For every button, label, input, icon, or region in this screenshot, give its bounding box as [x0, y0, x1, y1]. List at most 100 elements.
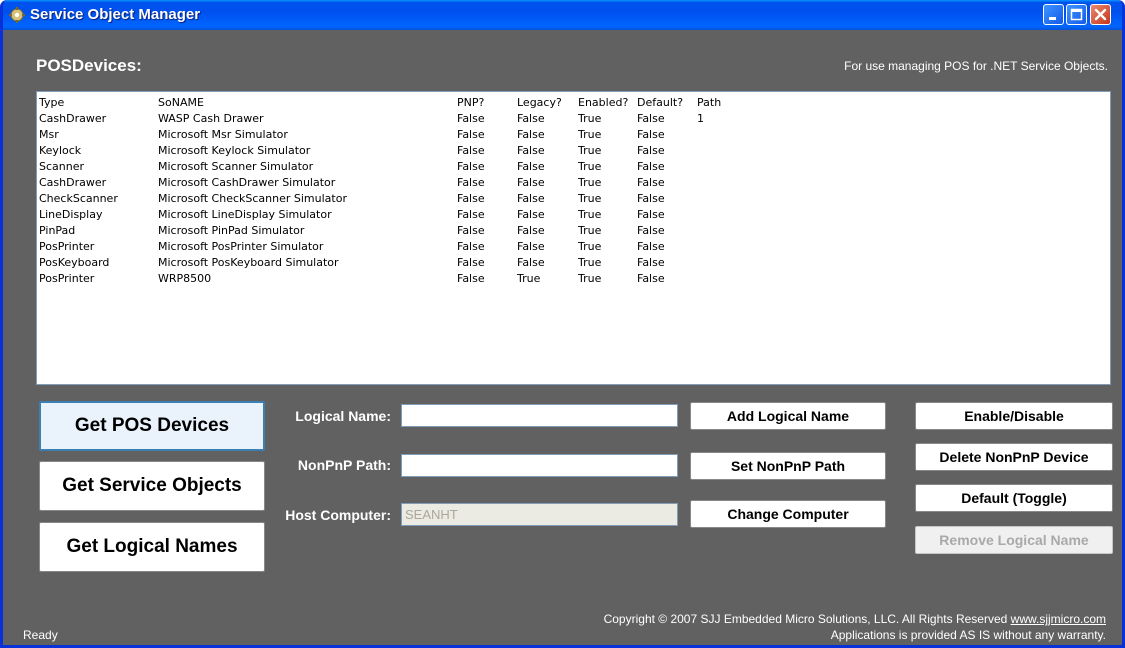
- cell-enabled: True: [578, 176, 602, 189]
- cell-soname: Microsoft PosKeyboard Simulator: [158, 256, 339, 269]
- copyright-text: Copyright © 2007 SJJ Embedded Micro Solu…: [603, 612, 1008, 626]
- cell-type: Keylock: [39, 144, 82, 157]
- cell-default: False: [637, 160, 665, 173]
- get-service-objects-button[interactable]: Get Service Objects: [39, 461, 265, 511]
- cell-type: CheckScanner: [39, 192, 118, 205]
- cell-default: False: [637, 240, 665, 253]
- cell-enabled: True: [578, 240, 602, 253]
- cell-legacy: False: [517, 160, 545, 173]
- set-nonpnp-path-button[interactable]: Set NonPnP Path: [690, 452, 886, 480]
- cell-legacy: False: [517, 192, 545, 205]
- list-item[interactable]: CashDrawer Microsoft CashDrawer Simulator…: [37, 176, 1110, 189]
- list-item[interactable]: CheckScanner Microsoft CheckScanner Simul…: [37, 192, 1110, 205]
- add-logical-name-button[interactable]: Add Logical Name: [690, 402, 886, 430]
- cell-legacy: False: [517, 256, 545, 269]
- change-computer-button[interactable]: Change Computer: [690, 500, 886, 528]
- cell-pnp: False: [457, 144, 485, 157]
- nonpnp-path-label: NonPnP Path:: [297, 457, 391, 473]
- cell-pnp: False: [457, 176, 485, 189]
- status-text: Ready: [23, 628, 58, 642]
- list-item[interactable]: CashDrawer WASP Cash Drawer False False True…: [37, 112, 1110, 125]
- list-item[interactable]: Scanner Microsoft Scanner Simulator False F…: [37, 160, 1110, 173]
- cell-legacy: False: [517, 144, 545, 157]
- minimize-button[interactable]: [1043, 4, 1064, 25]
- tagline: For use managing POS for .NET Service Ob…: [844, 59, 1108, 73]
- website-link[interactable]: www.sjjmicro.com: [1011, 612, 1106, 626]
- cell-legacy: False: [517, 128, 545, 141]
- column-header: Path: [697, 96, 722, 109]
- cell-type: PosKeyboard: [39, 256, 110, 269]
- cell-pnp: False: [457, 224, 485, 237]
- cell-soname: Microsoft LineDisplay Simulator: [158, 208, 332, 221]
- cell-pnp: False: [457, 272, 485, 285]
- list-item[interactable]: PosPrinter Microsoft PosPrinter Simulator…: [37, 240, 1110, 253]
- logical-name-label: Logical Name:: [295, 408, 391, 424]
- column-header: Legacy?: [517, 96, 562, 109]
- cell-type: PinPad: [39, 224, 76, 237]
- cell-type: LineDisplay: [39, 208, 103, 221]
- close-button[interactable]: [1090, 4, 1111, 25]
- cell-default: False: [637, 128, 665, 141]
- cell-legacy: False: [517, 112, 545, 125]
- list-item[interactable]: PosPrinter WRP8500 False True True False: [37, 272, 1110, 285]
- cell-pnp: False: [457, 128, 485, 141]
- cell-default: False: [637, 192, 665, 205]
- cell-pnp: False: [457, 256, 485, 269]
- default-toggle-button[interactable]: Default (Toggle): [915, 484, 1113, 512]
- cell-default: False: [637, 176, 665, 189]
- cell-soname: WRP8500: [158, 272, 212, 285]
- cell-type: PosPrinter: [39, 272, 95, 285]
- maximize-button[interactable]: [1066, 4, 1087, 25]
- cell-type: Msr: [39, 128, 59, 141]
- cell-enabled: True: [578, 272, 602, 285]
- cell-pnp: False: [457, 192, 485, 205]
- get-pos-devices-button[interactable]: Get POS Devices: [39, 401, 265, 451]
- cell-soname: Microsoft Keylock Simulator: [158, 144, 311, 157]
- cell-default: False: [637, 256, 665, 269]
- column-header: Default?: [637, 96, 684, 109]
- title-bar[interactable]: Service Object Manager: [3, 0, 1122, 30]
- logical-name-input[interactable]: [401, 404, 678, 427]
- device-list[interactable]: Type SoNAME PNP? Legacy? Enabled? Defaul…: [36, 91, 1111, 385]
- cell-soname: WASP Cash Drawer: [158, 112, 264, 125]
- cell-legacy: False: [517, 224, 545, 237]
- list-item[interactable]: PinPad Microsoft PinPad Simulator False Fal…: [37, 224, 1110, 237]
- window-title: Service Object Manager: [30, 6, 201, 23]
- list-header-row: Type SoNAME PNP? Legacy? Enabled? Defaul…: [37, 96, 1110, 109]
- cell-soname: Microsoft PinPad Simulator: [158, 224, 305, 237]
- copyright-line: Copyright © 2007 SJJ Embedded Micro Solu…: [486, 612, 1106, 626]
- cell-type: PosPrinter: [39, 240, 95, 253]
- cell-default: False: [637, 112, 665, 125]
- cell-type: CashDrawer: [39, 112, 107, 125]
- list-item[interactable]: Msr Microsoft Msr Simulator False False True…: [37, 128, 1110, 141]
- cell-type: Scanner: [39, 160, 85, 173]
- cell-pnp: False: [457, 240, 485, 253]
- cell-enabled: True: [578, 224, 602, 237]
- minimize-icon: [1049, 17, 1056, 20]
- cell-default: False: [637, 144, 665, 157]
- host-computer-input: [401, 503, 678, 526]
- disclaimer-text: Applications is provided AS IS without a…: [830, 628, 1106, 642]
- cell-enabled: True: [578, 160, 602, 173]
- get-logical-names-button[interactable]: Get Logical Names: [39, 522, 265, 572]
- host-computer-label: Host Computer:: [285, 507, 391, 523]
- list-item[interactable]: PosKeyboard Microsoft PosKeyboard Simulat…: [37, 256, 1110, 269]
- cell-legacy: False: [517, 176, 545, 189]
- cell-enabled: True: [578, 192, 602, 205]
- delete-nonpnp-device-button[interactable]: Delete NonPnP Device: [915, 443, 1113, 471]
- cell-legacy: True: [517, 272, 541, 285]
- list-item[interactable]: Keylock Microsoft Keylock Simulator False F…: [37, 144, 1110, 157]
- maximize-icon: [1070, 8, 1083, 21]
- cell-legacy: False: [517, 208, 545, 221]
- list-item[interactable]: LineDisplay Microsoft LineDisplay Simulat…: [37, 208, 1110, 221]
- cell-default: False: [637, 208, 665, 221]
- cell-default: False: [637, 224, 665, 237]
- cell-enabled: True: [578, 112, 602, 125]
- gear-icon: [9, 7, 25, 23]
- enable-disable-button[interactable]: Enable/Disable: [915, 402, 1113, 430]
- cell-enabled: True: [578, 128, 602, 141]
- column-header: SoNAME: [158, 96, 204, 109]
- cell-pnp: False: [457, 208, 485, 221]
- cell-enabled: True: [578, 208, 602, 221]
- nonpnp-path-input[interactable]: [401, 454, 678, 477]
